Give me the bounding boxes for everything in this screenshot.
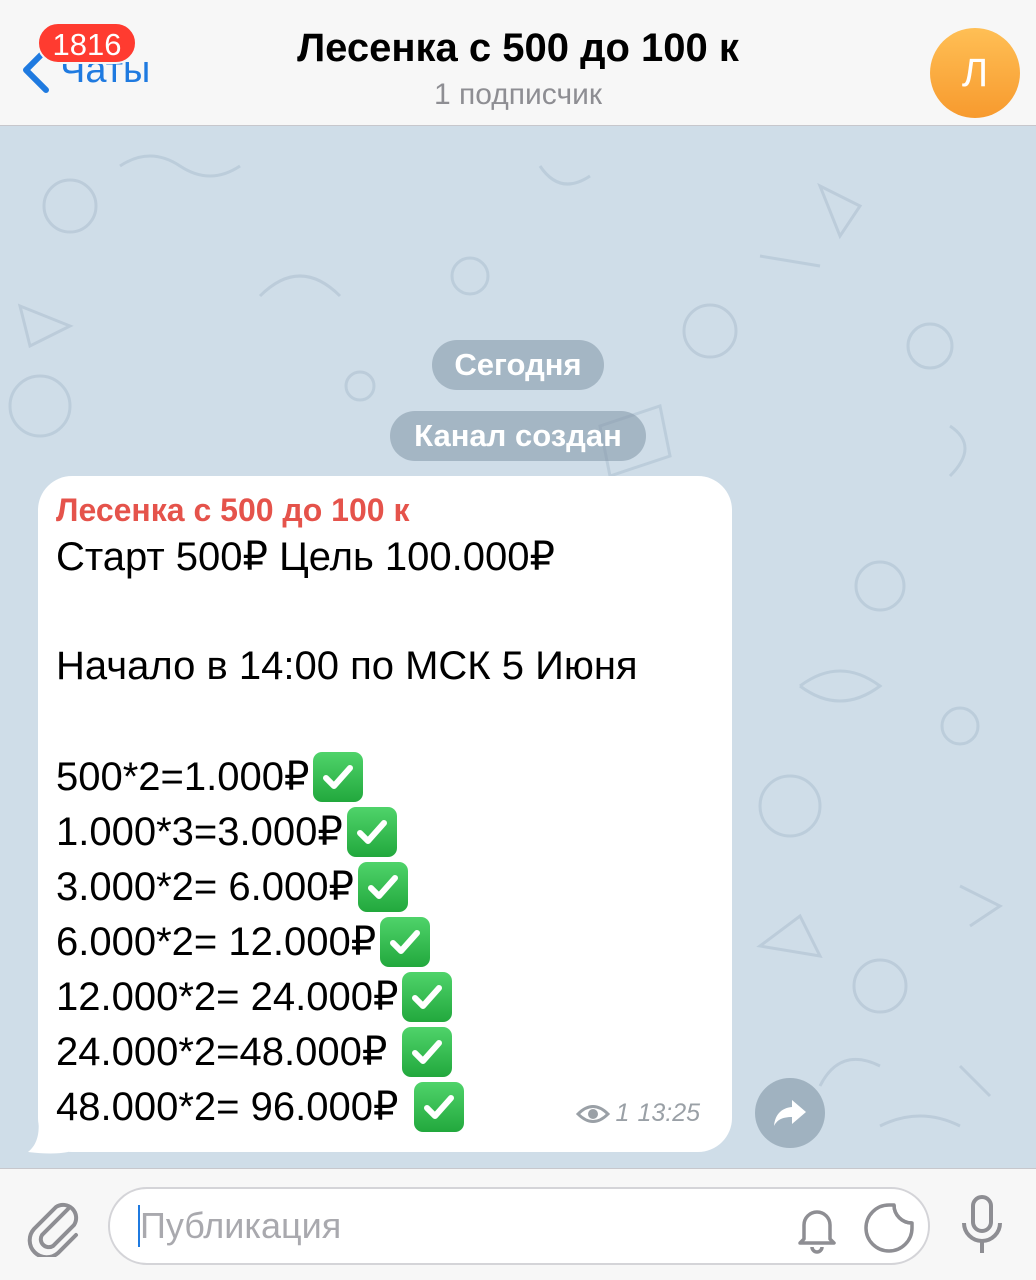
step-text: 24.000*2=48.000₽ xyxy=(56,1030,399,1074)
check-mark-icon xyxy=(402,1027,453,1077)
step-text: 6.000*2= 12.000₽ xyxy=(56,920,377,964)
step-line: 1.000*3=3.000₽ xyxy=(56,807,397,857)
step-line: 3.000*2= 6.000₽ xyxy=(56,862,408,912)
date-pill: Сегодня xyxy=(432,340,604,390)
step-line: 12.000*2= 24.000₽ xyxy=(56,972,453,1022)
input-placeholder: Публикация xyxy=(140,1205,342,1246)
message-time: 13:25 xyxy=(637,1099,700,1127)
paperclip-icon[interactable] xyxy=(24,1195,82,1257)
check-mark-icon xyxy=(402,972,453,1022)
chat-header: Чаты 1816 Лесенка с 500 до 100 к 1 подпи… xyxy=(0,0,1036,126)
step-line: 6.000*2= 12.000₽ xyxy=(56,917,431,967)
bell-icon[interactable] xyxy=(790,1201,844,1255)
microphone-icon[interactable] xyxy=(958,1195,1006,1257)
message-sender: Лесенка с 500 до 100 к xyxy=(56,492,410,528)
step-text: 12.000*2= 24.000₽ xyxy=(56,975,399,1019)
check-mark-icon xyxy=(357,862,408,912)
message-line-begin: Начало в 14:00 по МСК 5 Июня xyxy=(56,644,638,688)
channel-avatar[interactable]: Л xyxy=(930,28,1020,118)
eye-icon xyxy=(575,1104,610,1123)
forward-arrow-icon xyxy=(774,1100,806,1126)
message-line-start: Старт 500₽ Цель 100.000₽ xyxy=(56,535,555,579)
forward-button[interactable] xyxy=(755,1078,825,1148)
step-line: 500*2=1.000₽ xyxy=(56,752,364,802)
step-text: 48.000*2= 96.000₽ xyxy=(56,1085,410,1129)
check-mark-icon xyxy=(413,1082,464,1132)
step-line: 48.000*2= 96.000₽ xyxy=(56,1082,464,1132)
check-mark-icon xyxy=(380,917,431,967)
view-count: 1 xyxy=(615,1099,630,1127)
step-text: 3.000*2= 6.000₽ xyxy=(56,865,354,909)
message-bubble[interactable]: Лесенка с 500 до 100 к Старт 500₽ Цель 1… xyxy=(38,476,732,1152)
step-text: 1.000*3=3.000₽ xyxy=(56,810,343,854)
sticker-icon[interactable] xyxy=(862,1201,916,1255)
message-meta: 1 13:25 xyxy=(575,1099,700,1128)
check-mark-icon xyxy=(346,807,397,857)
service-message: Канал создан xyxy=(390,411,646,461)
message-input[interactable]: Публикация xyxy=(108,1187,930,1265)
check-mark-icon xyxy=(313,752,364,802)
channel-title[interactable]: Лесенка с 500 до 100 к xyxy=(0,26,1036,71)
step-line: 24.000*2=48.000₽ xyxy=(56,1027,453,1077)
subscriber-count: 1 подписчик xyxy=(434,78,602,111)
composer-bar: Публикация xyxy=(0,1168,1036,1280)
step-text: 500*2=1.000₽ xyxy=(56,755,310,799)
chat-area: Сегодня Канал создан Лесенка с 500 до 10… xyxy=(0,126,1036,1168)
